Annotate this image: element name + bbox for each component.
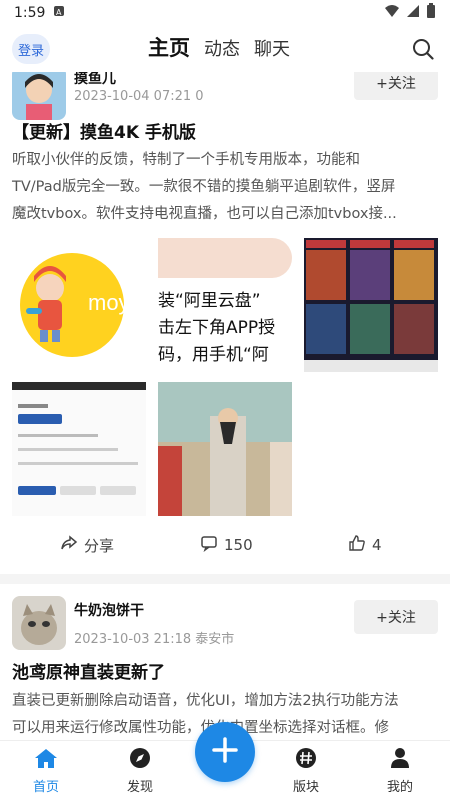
follow-button[interactable]: +关注	[354, 600, 438, 634]
nav-discover-label: 发现	[126, 780, 153, 795]
person-icon	[389, 747, 411, 776]
post-image-settings[interactable]	[12, 382, 146, 516]
post-body-line: 魔改tvbox。软件支持电视直播，也可以自己添加tvbox接...	[12, 206, 397, 222]
share-button[interactable]: 分享	[60, 534, 114, 556]
post-image-video-still[interactable]	[158, 382, 292, 516]
promo-line: 码，用手机“阿	[158, 345, 269, 365]
signal-icon	[406, 4, 420, 22]
post-body-line: TV/Pad版完全一致。一款很不错的摸鱼躺平追剧软件，竖屏	[12, 179, 396, 195]
tab-home[interactable]: 主页	[148, 32, 190, 62]
create-post-button[interactable]	[195, 722, 255, 782]
post-image-logo[interactable]: moyu	[12, 238, 146, 372]
post-divider	[0, 574, 450, 584]
compass-icon	[129, 747, 151, 776]
promo-banner	[158, 238, 292, 278]
follow-button[interactable]: +关注	[354, 72, 438, 100]
nav-boards-label: 版块	[292, 780, 319, 795]
hashtag-icon	[295, 747, 317, 776]
logo-text: moyu	[88, 290, 142, 315]
post-body-line: 直装已更新删除启动语音，优化UI，增加方法2执行功能方法	[12, 693, 399, 709]
nav-discover[interactable]: 发现	[110, 747, 170, 795]
top-bar: 登录 主页 动态 聊天	[0, 26, 450, 72]
nav-home[interactable]: 首页	[16, 747, 76, 795]
post-actions: 分享 150 4	[0, 524, 450, 564]
nav-home-label: 首页	[32, 780, 59, 795]
thumbs-up-icon	[348, 534, 366, 556]
post-card[interactable]: 摸鱼儿 2023-10-04 07:21 0 +关注 【更新】摸鱼4K 手机版 …	[0, 72, 450, 592]
share-icon	[60, 534, 78, 556]
home-icon	[34, 747, 58, 776]
plus-icon	[211, 736, 239, 768]
promo-line: 装“阿里云盘”	[158, 291, 261, 311]
nav-mine-label: 我的	[386, 780, 413, 795]
feed[interactable]: 摸鱼儿 2023-10-04 07:21 0 +关注 【更新】摸鱼4K 手机版 …	[0, 72, 450, 740]
status-bar: 1:59 A	[0, 0, 450, 26]
avatar[interactable]	[12, 72, 66, 120]
comment-icon	[200, 534, 218, 556]
search-icon[interactable]	[412, 38, 434, 64]
tab-chat[interactable]: 聊天	[254, 35, 290, 61]
comment-count: 150	[224, 536, 253, 554]
nav-mine[interactable]: 我的	[370, 747, 430, 795]
share-label: 分享	[84, 536, 115, 555]
post-username[interactable]: 摸鱼儿	[74, 72, 116, 88]
post-meta: 2023-10-03 21:18 泰安市	[74, 632, 235, 647]
nav-boards[interactable]: 版块	[276, 747, 336, 795]
post-image-promo[interactable]: 装“阿里云盘” 击左下角APP授 码，用手机“阿	[158, 238, 292, 372]
notification-icon: A	[53, 5, 65, 21]
avatar[interactable]	[12, 596, 66, 650]
post-title[interactable]: 池鸢原神直装更新了	[12, 658, 165, 683]
post-meta: 2023-10-04 07:21 0	[74, 89, 204, 104]
like-count: 4	[372, 536, 382, 554]
post-image-poster-grid[interactable]	[304, 238, 438, 372]
post-body-line: 听取小伙伴的反馈，特制了一个手机专用版本，功能和	[12, 152, 360, 168]
tab-dynamic[interactable]: 动态	[204, 35, 240, 61]
like-button[interactable]: 4	[348, 534, 382, 556]
post-title[interactable]: 【更新】摸鱼4K 手机版	[12, 118, 196, 143]
svg-text:A: A	[56, 8, 62, 17]
top-tabs: 主页 动态 聊天	[148, 32, 290, 62]
status-time: 1:59	[14, 5, 46, 21]
post-body[interactable]: 听取小伙伴的反馈，特制了一个手机专用版本，功能和 TV/Pad版完全一致。一款很…	[12, 147, 440, 228]
wifi-icon	[384, 4, 400, 22]
battery-icon	[426, 3, 436, 23]
post-card[interactable]: 牛奶泡饼干 2023-10-03 21:18 泰安市 +关注 池鸢原神直装更新了…	[0, 592, 450, 740]
promo-line: 击左下角APP授	[158, 318, 276, 338]
post-username[interactable]: 牛奶泡饼干	[74, 600, 144, 620]
login-button[interactable]: 登录	[12, 34, 50, 64]
comment-button[interactable]: 150	[200, 534, 253, 556]
